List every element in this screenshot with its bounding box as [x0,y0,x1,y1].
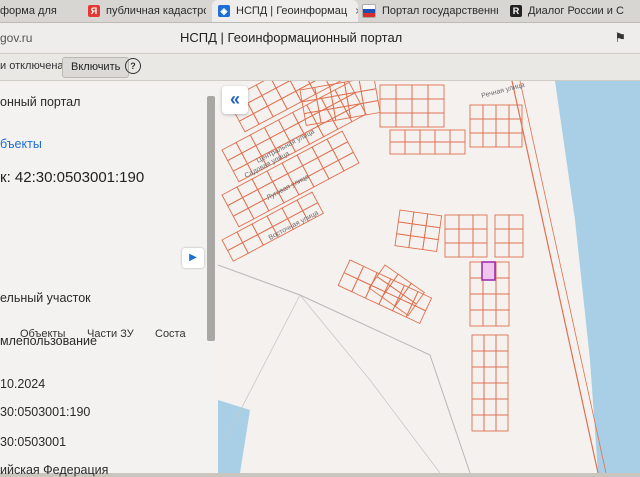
land-use-value: млепользование [0,334,97,348]
map-view[interactable]: Центральная улица Садовая улица Луговая ул… [218,81,640,473]
nspd-favicon-icon: ◈ [218,5,230,17]
tab-cadastral[interactable]: Я публичная кадастровая [88,0,206,22]
info-bar-text: и отключена [0,60,64,72]
tab-label: НСПД | Геоинформац [236,5,348,17]
cadastral-number: к: 42:30:0503001:190 [0,169,145,186]
tab-form[interactable]: форма для [0,0,80,22]
url-field[interactable]: gov.ru [0,31,32,45]
tab-label: Портал государственны [382,5,498,17]
tab-label: форма для [0,5,57,17]
page-title: НСПД | Геоинформационный портал [180,30,403,45]
tab-gosportal[interactable]: Портал государственны [362,0,498,22]
address-bar: gov.ru НСПД | Геоинформационный портал ⚑ [0,23,640,54]
tabs-scroll-right-icon[interactable]: ▶ [182,248,204,268]
russia-flag-favicon-icon [362,4,376,18]
country-value: ийская Федерация [0,463,109,477]
yandex-favicon-icon: Я [88,5,100,17]
date-value: 10.2024 [0,377,46,391]
tab-nspd[interactable]: ◈ НСПД | Геоинформац × [212,0,358,22]
cadastral-value: 30:0503001:190 [0,405,91,419]
quarter-value: 30:0503001 [0,435,67,449]
objects-link[interactable]: бъекты [0,137,42,151]
chevron-double-left-icon[interactable]: « [222,86,248,114]
panel-scrollbar[interactable] [207,96,215,341]
dialog-favicon-icon: R [510,5,522,17]
land-type-value: ельный участок [0,291,91,305]
info-panel: онный портал бъекты к: 42:30:0503001:190… [0,81,218,477]
map-canvas: Центральная улицаСадовая улицаЛуговая ул… [218,81,640,473]
info-bar: и отключена Включить ? [0,54,640,81]
selected-parcel [481,261,496,281]
help-icon[interactable]: ? [125,58,141,74]
tab-label: публичная кадастровая [106,5,206,17]
bookmark-icon[interactable]: ⚑ [614,30,626,46]
portal-title: онный портал [0,95,81,109]
tab-composition[interactable]: Соста [155,328,186,340]
enable-button[interactable]: Включить [62,57,130,78]
tab-label: Диалог России и С [528,5,624,17]
tab-dialog[interactable]: R Диалог России и С [510,0,640,22]
close-icon[interactable]: × [355,4,358,18]
browser-tab-strip: форма для Я публичная кадастровая ◈ НСПД… [0,0,640,23]
